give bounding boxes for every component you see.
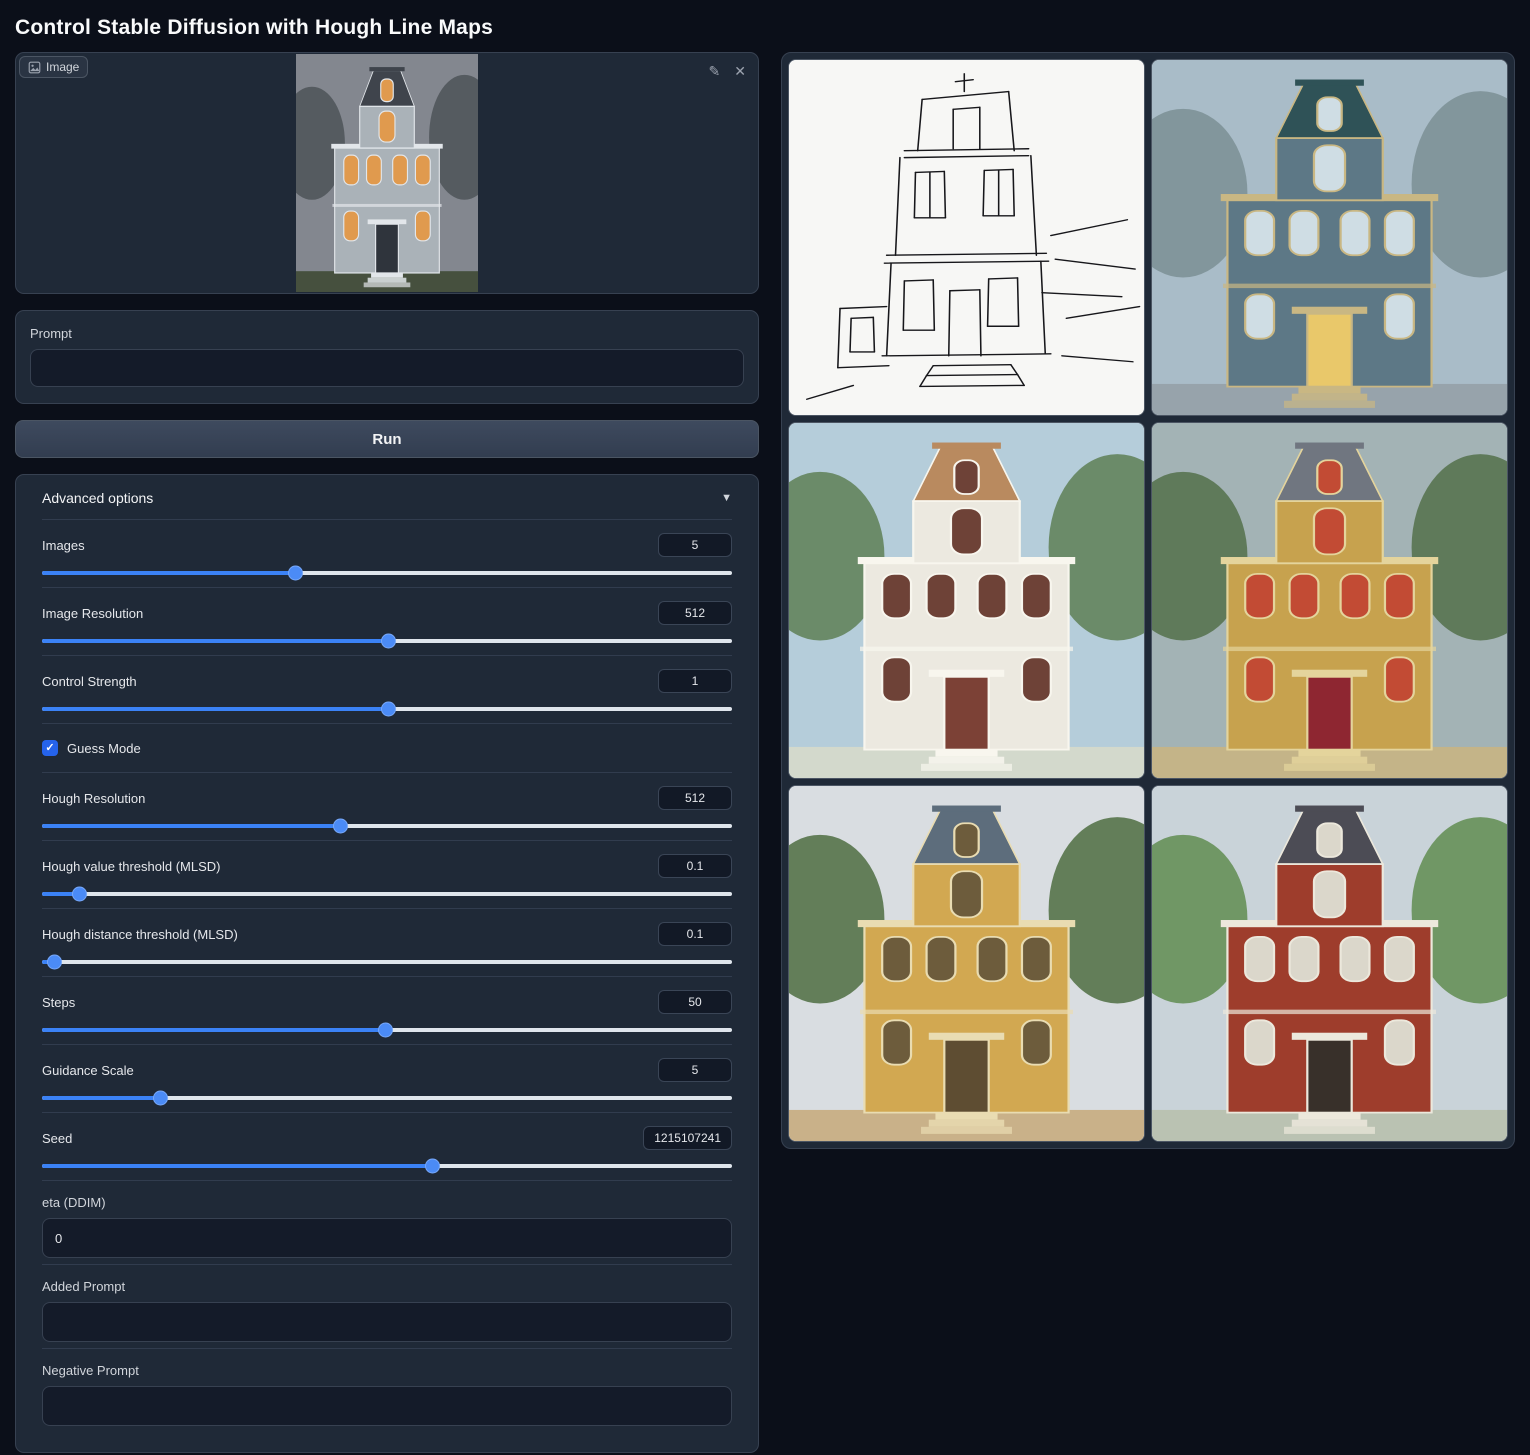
slider-images: Images 5: [42, 519, 732, 587]
gallery-item-teal-house[interactable]: [1151, 59, 1508, 416]
slider-fill: [42, 892, 79, 896]
advanced-options-title: Advanced options: [42, 490, 153, 506]
slider-images-thumb[interactable]: [288, 566, 303, 581]
slider-hough-distance-threshold-thumb[interactable]: [47, 955, 62, 970]
slider-control-strength-label: Control Strength: [42, 674, 137, 689]
slider-control-strength-track[interactable]: [42, 707, 732, 711]
slider-steps: Steps 50: [42, 976, 732, 1044]
gallery-item-hough-line-map[interactable]: [788, 59, 1145, 416]
eta-input[interactable]: [42, 1218, 732, 1258]
prompt-input[interactable]: [30, 349, 744, 387]
image-upload-panel: Image ✎ ✕: [15, 52, 759, 294]
slider-fill: [42, 824, 340, 828]
slider-steps-value[interactable]: 50: [658, 990, 732, 1014]
negative-prompt-field-block: Negative Prompt: [42, 1348, 732, 1432]
slider-hough-resolution-thumb[interactable]: [333, 819, 348, 834]
eta-field-block: eta (DDIM): [42, 1180, 732, 1264]
slider-hough-resolution: Hough Resolution 512: [42, 772, 732, 840]
edit-image-button[interactable]: ✎: [705, 61, 725, 81]
eta-label: eta (DDIM): [42, 1195, 732, 1210]
slider-hough-resolution-label: Hough Resolution: [42, 791, 145, 806]
prompt-label: Prompt: [30, 326, 744, 341]
output-column: [781, 52, 1515, 1149]
slider-hough-value-threshold-track[interactable]: [42, 892, 732, 896]
slider-hough-value-threshold-value[interactable]: 0.1: [658, 854, 732, 878]
slider-seed-value[interactable]: 1215107241: [643, 1126, 732, 1150]
image-label: Image: [46, 60, 79, 74]
added-prompt-field-block: Added Prompt: [42, 1264, 732, 1348]
guess-mode-row[interactable]: ✓ Guess Mode: [42, 723, 732, 772]
slider-hough-value-threshold-label: Hough value threshold (MLSD): [42, 859, 220, 874]
slider-hough-distance-threshold-label: Hough distance threshold (MLSD): [42, 927, 238, 942]
slider-seed-label: Seed: [42, 1131, 72, 1146]
slider-hough-distance-threshold-value[interactable]: 0.1: [658, 922, 732, 946]
slider-fill: [42, 571, 295, 575]
slider-fill: [42, 1096, 160, 1100]
slider-image-resolution-thumb[interactable]: [381, 634, 396, 649]
slider-hough-value-threshold: Hough value threshold (MLSD) 0.1: [42, 840, 732, 908]
slider-seed: Seed 1215107241: [42, 1112, 732, 1180]
image-actions: ✎ ✕: [705, 61, 750, 81]
advanced-options-header[interactable]: Advanced options ▼: [42, 475, 732, 519]
control-column: Image ✎ ✕: [15, 52, 759, 1453]
slider-hough-resolution-value[interactable]: 512: [658, 786, 732, 810]
page-title: Control Stable Diffusion with Hough Line…: [0, 0, 1530, 52]
slider-seed-thumb[interactable]: [425, 1159, 440, 1174]
negative-prompt-label: Negative Prompt: [42, 1363, 732, 1378]
slider-steps-label: Steps: [42, 995, 75, 1010]
slider-seed-track[interactable]: [42, 1164, 732, 1168]
slider-images-track[interactable]: [42, 571, 732, 575]
slider-fill: [42, 639, 388, 643]
slider-hough-value-threshold-thumb[interactable]: [72, 887, 87, 902]
slider-image-resolution-label: Image Resolution: [42, 606, 143, 621]
slider-image-resolution-value[interactable]: 512: [658, 601, 732, 625]
slider-hough-distance-threshold: Hough distance threshold (MLSD) 0.1: [42, 908, 732, 976]
slider-fill: [42, 1028, 385, 1032]
gallery-item-red-brick-house[interactable]: [1151, 785, 1508, 1142]
image-label-badge: Image: [19, 56, 88, 78]
slider-images-value[interactable]: 5: [658, 533, 732, 557]
run-button[interactable]: Run: [15, 420, 759, 458]
output-gallery: [781, 52, 1515, 1149]
collapse-caret-icon: ▼: [721, 492, 732, 504]
app-window: Control Stable Diffusion with Hough Line…: [0, 0, 1530, 1455]
gallery-item-golden-house[interactable]: [788, 785, 1145, 1142]
main-layout: Image ✎ ✕: [0, 52, 1530, 1453]
slider-fill: [42, 707, 388, 711]
slider-control-strength-value[interactable]: 1: [658, 669, 732, 693]
slider-image-resolution: Image Resolution 512: [42, 587, 732, 655]
added-prompt-input[interactable]: [42, 1302, 732, 1342]
slider-fill: [42, 960, 54, 964]
clear-image-button[interactable]: ✕: [730, 61, 750, 81]
guess-mode-checkbox[interactable]: ✓: [42, 740, 58, 756]
image-icon: [28, 61, 41, 74]
advanced-options-panel: Advanced options ▼ Images 5 Im: [15, 474, 759, 1453]
slider-image-resolution-track[interactable]: [42, 639, 732, 643]
slider-hough-resolution-track[interactable]: [42, 824, 732, 828]
slider-images-label: Images: [42, 538, 85, 553]
added-prompt-label: Added Prompt: [42, 1279, 732, 1294]
gallery-item-mustard-house[interactable]: [1151, 422, 1508, 779]
gallery-grid: [788, 59, 1508, 1142]
slider-steps-thumb[interactable]: [378, 1023, 393, 1038]
guess-mode-label: Guess Mode: [67, 741, 141, 756]
prompt-panel: Prompt: [15, 310, 759, 404]
check-icon: ✓: [45, 743, 54, 754]
slider-guidance-scale-thumb[interactable]: [153, 1091, 168, 1106]
slider-guidance-scale-value[interactable]: 5: [658, 1058, 732, 1082]
slider-guidance-scale: Guidance Scale 5: [42, 1044, 732, 1112]
slider-steps-track[interactable]: [42, 1028, 732, 1032]
negative-prompt-input[interactable]: [42, 1386, 732, 1426]
slider-control-strength: Control Strength 1: [42, 655, 732, 723]
gallery-item-white-house[interactable]: [788, 422, 1145, 779]
slider-guidance-scale-track[interactable]: [42, 1096, 732, 1100]
slider-fill: [42, 1164, 432, 1168]
slider-guidance-scale-label: Guidance Scale: [42, 1063, 134, 1078]
slider-control-strength-thumb[interactable]: [381, 702, 396, 717]
uploaded-house-image[interactable]: [296, 54, 478, 292]
slider-hough-distance-threshold-track[interactable]: [42, 960, 732, 964]
